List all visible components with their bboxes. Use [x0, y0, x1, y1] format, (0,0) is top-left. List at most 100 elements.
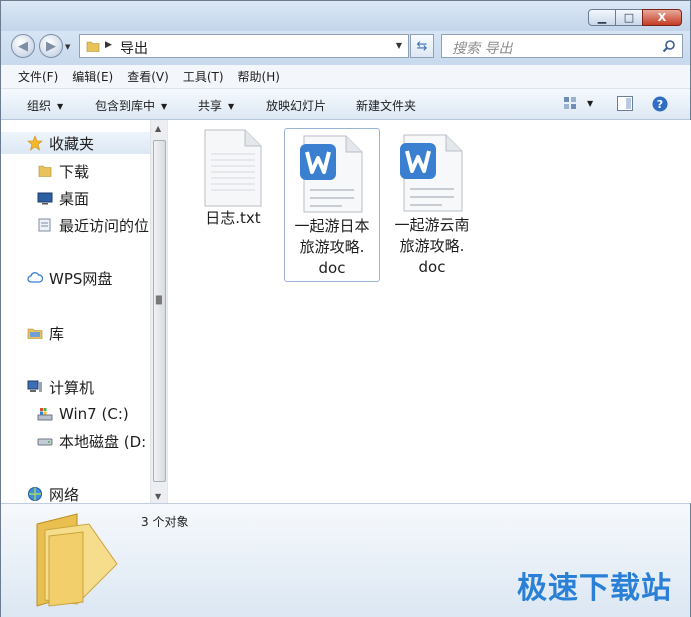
nav-desktop[interactable]: 桌面: [1, 187, 150, 209]
nav-wps-label: WPS网盘: [49, 269, 113, 288]
nav-drive-c[interactable]: Win7 (C:): [1, 403, 150, 425]
nav-drive-d[interactable]: 本地磁盘 (D:: [1, 430, 150, 452]
wps-doc-icon: [400, 134, 463, 212]
breadcrumb-current[interactable]: 导出: [120, 38, 148, 58]
hard-drive-icon: [37, 433, 53, 449]
menu-file[interactable]: 文件(F): [1, 68, 65, 85]
preview-pane-icon[interactable]: [617, 96, 633, 111]
menu-bar: 文件(F) 编辑(E) 查看(V) 工具(T) 帮助(H): [1, 65, 690, 89]
nav-network-label: 网络: [49, 485, 80, 504]
cloud-icon: [27, 270, 44, 286]
nav-downloads[interactable]: 下载: [1, 160, 150, 182]
wps-doc-icon: [300, 135, 363, 213]
chevron-down-icon: ▼: [161, 102, 168, 111]
maximize-button[interactable]: □: [615, 9, 643, 26]
include-library-label: 包含到库中: [95, 99, 156, 113]
search-placeholder: 搜索 导出: [452, 41, 513, 57]
nav-drive-d-label: 本地磁盘 (D:: [59, 432, 147, 451]
nav-computer-label: 计算机: [49, 378, 95, 397]
share-label: 共享: [198, 99, 223, 113]
back-button[interactable]: ◀: [11, 34, 35, 58]
file-item-selected[interactable]: 一起游日本 旅游攻略. doc: [284, 128, 380, 282]
minimize-button[interactable]: ▁: [588, 9, 616, 26]
nav-wps-cloud[interactable]: WPS网盘: [1, 267, 150, 289]
maximize-icon: □: [623, 11, 635, 24]
view-dropdown-icon[interactable]: ▼: [587, 99, 593, 108]
file-name-line-2: 旅游攻略.: [399, 237, 465, 255]
nav-desktop-label: 桌面: [59, 189, 90, 208]
nav-recent[interactable]: 最近访问的位: [1, 214, 150, 236]
file-name-line-1: 一起游日本: [294, 217, 370, 235]
nav-favorites-label: 收藏夹: [49, 134, 95, 153]
nav-recent-label: 最近访问的位: [59, 216, 150, 235]
file-name-line-3: doc: [318, 259, 346, 277]
command-bar: 组织 ▼ 包含到库中 ▼ 共享 ▼ 放映幻灯片 新建文件夹 ▼ ?: [1, 89, 690, 120]
include-library-button[interactable]: 包含到库中 ▼: [95, 97, 167, 114]
nav-downloads-label: 下载: [59, 162, 90, 181]
view-options-icon[interactable]: [563, 96, 577, 110]
file-name: 日志.txt: [205, 209, 261, 227]
star-icon: [27, 135, 43, 151]
network-icon: [27, 486, 43, 502]
menu-help[interactable]: 帮助(H): [231, 68, 287, 85]
address-dropdown-icon[interactable]: ▼: [396, 41, 402, 50]
site-watermark: 极速下载站: [517, 571, 672, 606]
organize-label: 组织: [27, 99, 52, 113]
recent-places-icon: [37, 217, 53, 233]
close-button[interactable]: X: [642, 9, 682, 26]
recent-pages-dropdown-icon[interactable]: ▼: [65, 43, 70, 51]
navigation-pane: 收藏夹 下载 桌面 最近访问的位 WPS网盘 库 计算机 Win7 (C:) 本…: [1, 120, 150, 505]
large-folder-icon: [36, 513, 118, 607]
chevron-down-icon: ▼: [57, 102, 64, 111]
system-drive-icon: [37, 406, 53, 422]
slideshow-button[interactable]: 放映幻灯片: [266, 97, 326, 114]
minimize-icon: ▁: [597, 11, 607, 24]
search-input[interactable]: 搜索 导出: [441, 34, 683, 58]
menu-tools[interactable]: 工具(T): [176, 68, 231, 85]
file-name-line-2: 旅游攻略.: [299, 238, 365, 256]
item-count: 3 个对象: [141, 515, 189, 529]
nav-library[interactable]: 库: [1, 322, 150, 344]
folder-icon: [37, 163, 53, 179]
scroll-up-icon[interactable]: ▲: [155, 124, 161, 133]
menu-view[interactable]: 查看(V): [120, 68, 176, 85]
chevron-down-icon: ▼: [228, 102, 235, 111]
explorer-window: ▁ □ X ◀ ▶ ▼ ▶ 导出 ▼ ⇆ 搜索 导出 文件(F) 编辑(E) 查: [0, 0, 691, 617]
desktop-icon: [37, 190, 53, 206]
nav-library-label: 库: [49, 324, 65, 343]
details-pane: 3 个对象 极速下载站: [1, 503, 690, 617]
library-icon: [27, 325, 43, 341]
search-icon[interactable]: [662, 39, 676, 53]
window-controls: ▁ □ X: [588, 9, 682, 26]
nav-scrollbar[interactable]: ▲ ▬ ▬ ▬ ▼: [150, 120, 168, 503]
address-row: ◀ ▶ ▼ ▶ 导出 ▼ ⇆ 搜索 导出: [1, 31, 690, 65]
text-file-icon: [204, 129, 262, 207]
address-bar[interactable]: ▶ 导出 ▼: [79, 34, 409, 58]
nav-computer[interactable]: 计算机: [1, 376, 150, 398]
breadcrumb-separator-icon[interactable]: ▶: [105, 40, 112, 50]
close-icon: X: [657, 11, 667, 24]
file-item[interactable]: 一起游云南 旅游攻略. doc: [384, 128, 480, 278]
new-folder-button[interactable]: 新建文件夹: [356, 97, 416, 114]
nav-drive-c-label: Win7 (C:): [59, 405, 129, 423]
nav-network[interactable]: 网络: [1, 483, 150, 505]
scroll-down-icon[interactable]: ▼: [155, 492, 161, 501]
scroll-thumb[interactable]: [153, 140, 166, 482]
file-name-line-3: doc: [418, 258, 446, 276]
forward-button[interactable]: ▶: [39, 34, 63, 58]
nav-favorites[interactable]: 收藏夹: [1, 132, 150, 154]
title-bar: ▁ □ X: [1, 1, 690, 31]
organize-button[interactable]: 组织 ▼: [27, 97, 63, 114]
back-arrow-icon: ◀: [18, 38, 28, 54]
folder-icon: [86, 41, 100, 52]
help-icon[interactable]: ?: [652, 96, 668, 112]
share-button[interactable]: 共享 ▼: [198, 97, 234, 114]
refresh-icon: ⇆: [416, 38, 428, 54]
forward-arrow-icon: ▶: [46, 38, 56, 54]
file-item[interactable]: 日志.txt: [185, 128, 281, 229]
menu-edit[interactable]: 编辑(E): [65, 68, 120, 85]
refresh-button[interactable]: ⇆: [410, 34, 434, 58]
file-name-line-1: 一起游云南: [394, 216, 470, 234]
svg-text:?: ?: [657, 98, 663, 111]
scroll-grip-icon: ▬ ▬ ▬: [155, 292, 163, 307]
